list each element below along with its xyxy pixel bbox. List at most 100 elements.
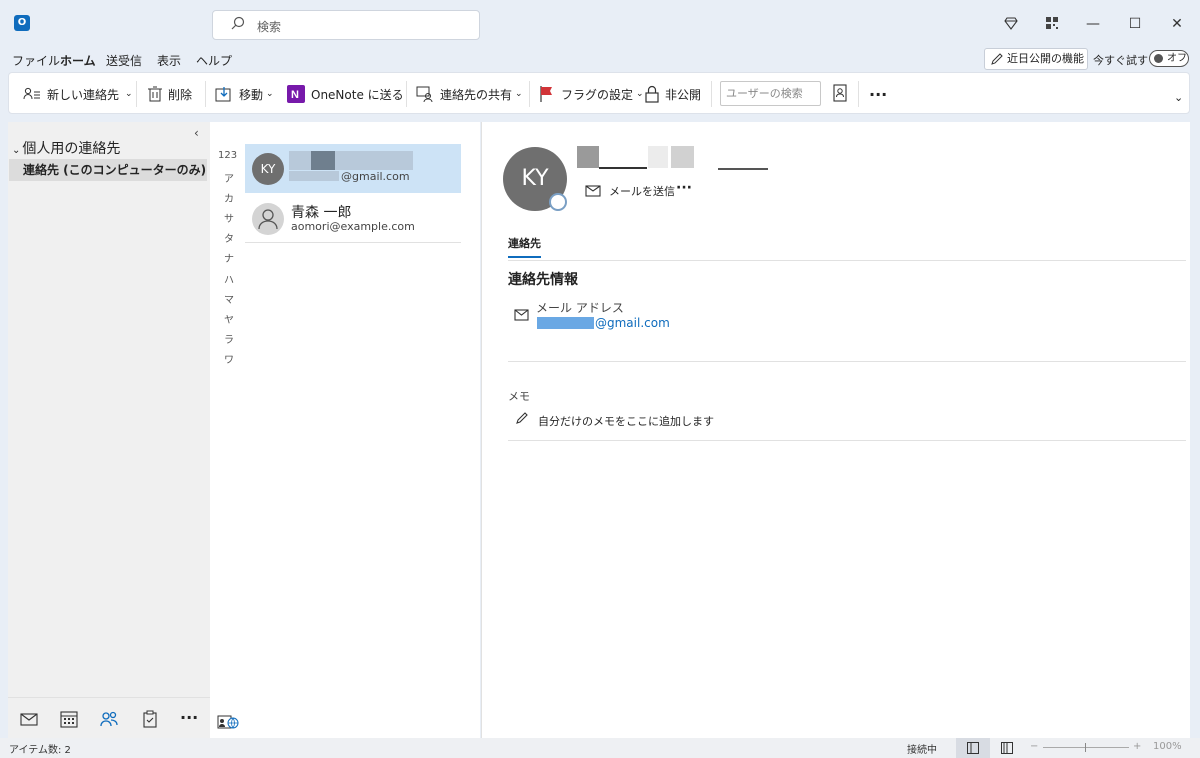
index-ka[interactable]: カ <box>224 190 234 205</box>
index-na[interactable]: ナ <box>224 250 234 265</box>
more-icon: ··· <box>869 84 888 104</box>
index-ya[interactable]: ヤ <box>224 311 234 326</box>
feature-label: 近日公開の機能 <box>1007 52 1084 65</box>
tab-help[interactable]: ヘルプ <box>196 52 232 69</box>
list-divider <box>245 242 461 243</box>
memo-input[interactable]: 自分だけのメモをここに追加します <box>538 413 714 429</box>
lock-icon <box>645 85 659 103</box>
index-ta[interactable]: タ <box>224 230 234 245</box>
redacted-title-line <box>718 168 768 170</box>
pencil-icon <box>516 412 528 424</box>
zoom-out-button[interactable]: − <box>1030 741 1038 752</box>
new-contact-button[interactable]: 新しい連絡先 ⌄ <box>23 82 133 106</box>
people-icon[interactable] <box>100 710 118 728</box>
tasks-icon[interactable] <box>141 710 159 728</box>
contact-list-item[interactable]: KY @gmail.com <box>245 144 461 193</box>
avatar <box>252 203 284 235</box>
folder-group-header[interactable]: ⌄ 個人用の連絡先 <box>12 138 120 158</box>
try-now-toggle[interactable]: オフ <box>1149 50 1189 67</box>
address-book-icon[interactable] <box>833 84 847 102</box>
close-button[interactable]: ✕ <box>1166 13 1188 35</box>
user-search-placeholder: ユーザーの検索 <box>726 87 803 100</box>
redacted-name <box>289 151 413 170</box>
reading-view-icon[interactable] <box>1001 742 1013 754</box>
user-search-input[interactable]: ユーザーの検索 <box>720 81 821 106</box>
flag-button[interactable]: フラグの設定 ⌄ <box>539 82 644 106</box>
zoom-slider[interactable] <box>1043 747 1129 748</box>
move-button[interactable]: 移動 ⌄ <box>215 82 274 106</box>
outlook-logo-icon: O <box>14 15 30 31</box>
index-a[interactable]: ア <box>224 170 234 185</box>
coming-soon-features-button[interactable]: 近日公開の機能 <box>984 48 1088 70</box>
tab-home[interactable]: ホーム <box>60 52 96 74</box>
tab-contact[interactable]: 連絡先 <box>508 235 541 258</box>
onenote-label: OneNote に送る <box>311 87 404 102</box>
onenote-icon: N <box>287 85 305 103</box>
memo-label: メモ <box>508 390 530 403</box>
folder-group-label: 個人用の連絡先 <box>22 141 121 157</box>
redacted-email <box>537 317 594 329</box>
premium-diamond-icon[interactable] <box>1004 16 1018 30</box>
folder-item-contacts[interactable]: 連絡先 (このコンピューターのみ) <box>9 159 207 181</box>
ribbon-divider <box>205 81 206 107</box>
more-apps-icon[interactable]: ··· <box>180 708 198 727</box>
ribbon-expand-chevron-icon[interactable]: ⌄ <box>1174 91 1183 104</box>
tab-view[interactable]: 表示 <box>157 52 181 69</box>
qr-code-icon[interactable] <box>1045 16 1059 30</box>
send-mail-button[interactable]: メールを送信 <box>585 183 675 199</box>
title-bar: O 検索 — ☐ ✕ <box>0 0 1200 48</box>
contact-card-view-icon[interactable] <box>217 714 239 730</box>
share-contact-icon <box>416 86 433 102</box>
ribbon-divider <box>136 81 137 107</box>
calendar-icon[interactable] <box>60 710 78 728</box>
contact-list-pane: 123 ア カ サ タ ナ ハ マ ヤ ラ ワ KY @gmail.com 青森… <box>210 122 480 738</box>
zoom-in-button[interactable]: + <box>1133 741 1141 752</box>
ribbon-divider <box>406 81 407 107</box>
search-input[interactable]: 検索 <box>212 10 480 40</box>
maximize-button[interactable]: ☐ <box>1124 13 1146 35</box>
contact-name: 青森 一郎 <box>291 205 352 221</box>
outlook-window: O 検索 — ☐ ✕ ファイル ホーム 送受信 表示 ヘルプ 近日公開の機能 今… <box>0 0 1200 758</box>
email-label: メール アドレス <box>536 301 624 315</box>
new-contact-label: 新しい連絡先 <box>47 87 120 102</box>
tab-divider <box>508 260 1186 261</box>
index-ra[interactable]: ラ <box>224 331 234 346</box>
zoom-slider-thumb[interactable] <box>1085 743 1086 752</box>
flag-icon <box>540 86 552 102</box>
search-placeholder: 検索 <box>257 20 282 34</box>
tab-file[interactable]: ファイル <box>12 52 60 69</box>
svg-text:N: N <box>291 89 299 101</box>
send-to-onenote-button[interactable]: N OneNote に送る <box>287 82 404 106</box>
index-ma[interactable]: マ <box>224 291 234 306</box>
index-sa[interactable]: サ <box>224 210 234 225</box>
index-wa[interactable]: ワ <box>224 351 234 366</box>
pen-icon <box>991 53 1003 65</box>
normal-view-button[interactable] <box>956 738 990 758</box>
delete-button[interactable]: 削除 <box>148 82 192 106</box>
more-options-button[interactable]: ··· <box>869 82 887 106</box>
tab-send-receive[interactable]: 送受信 <box>106 52 142 69</box>
chevron-down-icon: ⌄ <box>125 89 133 99</box>
flag-label: フラグの設定 <box>561 87 634 102</box>
index-ha[interactable]: ハ <box>224 271 234 286</box>
presence-status-icon <box>549 193 567 211</box>
collapse-folder-pane-icon[interactable]: ‹ <box>194 126 199 140</box>
share-contact-button[interactable]: 連絡先の共有 ⌄ <box>416 82 523 106</box>
email-link[interactable]: @gmail.com <box>595 316 670 330</box>
mail-icon <box>514 309 529 321</box>
index-123[interactable]: 123 <box>218 150 237 161</box>
contact-list-item[interactable]: 青森 一郎 aomori@example.com <box>245 194 461 243</box>
folder-pane: ‹ ⌄ 個人用の連絡先 連絡先 (このコンピューターのみ) ··· <box>8 122 210 738</box>
section-divider <box>508 440 1186 441</box>
search-icon <box>231 16 245 30</box>
chevron-down-icon: ⌄ <box>266 89 274 99</box>
minimize-button[interactable]: — <box>1082 13 1104 35</box>
normal-view-icon <box>967 742 979 754</box>
bottom-navigation: ··· <box>8 697 210 737</box>
avatar: KY <box>252 153 284 185</box>
more-actions-button[interactable]: ··· <box>676 180 692 196</box>
mail-icon[interactable] <box>20 710 38 728</box>
private-button[interactable]: 非公開 <box>645 82 701 106</box>
redacted-name-block <box>648 146 668 168</box>
redacted-name-line <box>599 167 647 169</box>
